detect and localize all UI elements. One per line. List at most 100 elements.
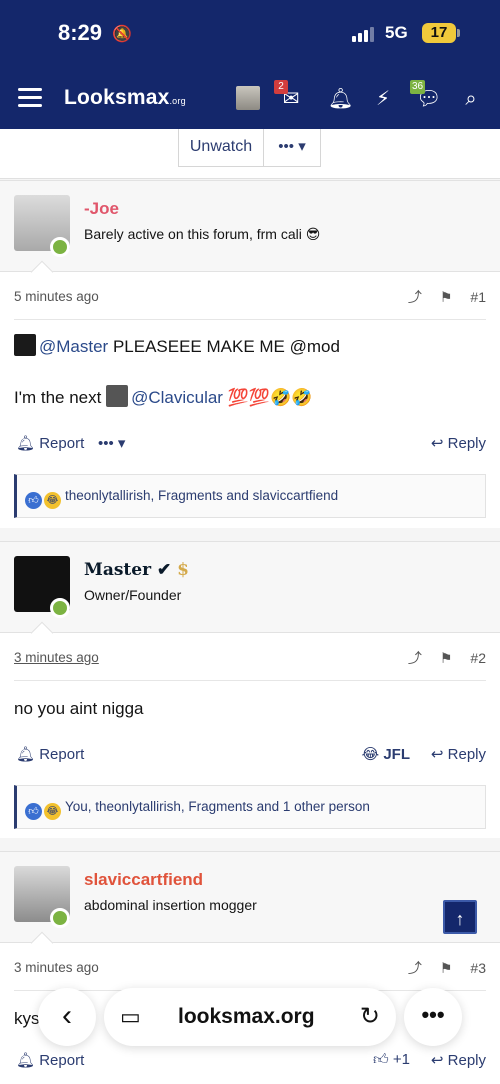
- reaction-users: theonlytallirish, Fragments and slavicca…: [65, 488, 339, 503]
- post-number[interactable]: #1: [470, 289, 486, 305]
- dollar-badge: $: [177, 560, 189, 580]
- post-actions: 🔔︎ Report 😂︎ JFL ↩ Reply: [14, 735, 486, 775]
- author-bar: -Joe Barely active on this forum, frm ca…: [0, 180, 500, 284]
- status-time: 8:29: [58, 20, 103, 45]
- report-label: Report: [39, 1052, 85, 1069]
- post: slaviccartfiend abdominal insertion mogg…: [0, 851, 500, 1084]
- reactions-bar[interactable]: 👍︎ 😂︎ You, theonlytallirish, Fragments and…: [14, 785, 486, 829]
- author-name[interactable]: slaviccartfiend: [84, 870, 203, 890]
- verified-icon: ✔: [156, 560, 172, 580]
- share-icon[interactable]: ⤴: [408, 650, 422, 666]
- thread-controls: Unwatch ••• ▾: [0, 129, 500, 179]
- like-count: +1: [392, 1051, 410, 1068]
- url-text: looksmax.org: [178, 1005, 315, 1028]
- search-icon[interactable]: ⌕: [460, 88, 482, 110]
- reactions-bar[interactable]: 👍︎ 😂︎ theonlytallirish, Fragments and slav…: [14, 474, 486, 518]
- share-icon[interactable]: ⤴: [408, 960, 422, 976]
- address-bar[interactable]: ▭ looksmax.org ↻: [104, 988, 396, 1046]
- emoji-text: 💯💯🤣🤣: [222, 388, 313, 407]
- post-meta: 3 minutes ago ⤴ ⚑ #3: [14, 943, 486, 991]
- post-time[interactable]: 3 minutes ago: [14, 960, 99, 975]
- post-number[interactable]: #2: [470, 650, 486, 666]
- post-time[interactable]: 5 minutes ago: [14, 289, 99, 304]
- bookmark-icon[interactable]: ⚑: [440, 650, 453, 666]
- bookmark-icon[interactable]: ⚑: [440, 289, 453, 305]
- like-reaction-icon: 👍︎: [25, 492, 42, 509]
- user-avatar[interactable]: [236, 86, 260, 110]
- post: -Joe Barely active on this forum, frm ca…: [0, 180, 500, 528]
- unwatch-button[interactable]: Unwatch: [178, 129, 264, 167]
- post-meta: 3 minutes ago ⤴ ⚑ #2: [14, 633, 486, 681]
- post-text: I'm the next: [14, 388, 107, 407]
- network-label: 5G: [385, 23, 408, 42]
- site-logo[interactable]: Looksmax.org: [64, 86, 186, 110]
- author-name[interactable]: -Joe: [84, 199, 119, 219]
- jfl-reaction-button[interactable]: 😂︎ JFL: [362, 745, 410, 763]
- author-name-text: Master: [84, 560, 152, 580]
- laugh-reaction-icon: 😂︎: [44, 492, 61, 509]
- author-title: Owner/Founder: [84, 587, 182, 603]
- author-bar: Master ✔ $ Owner/Founder: [0, 541, 500, 645]
- status-bar: 8:29 🔕 5G 17: [0, 0, 500, 66]
- post-number[interactable]: #3: [470, 960, 486, 976]
- logo-suffix: .org: [169, 96, 186, 106]
- report-button[interactable]: 🔔︎ Report: [16, 434, 84, 452]
- lightning-icon[interactable]: ⚡︎: [372, 88, 394, 110]
- back-button[interactable]: ‹: [38, 988, 96, 1046]
- post-more-button[interactable]: ••• ▾: [98, 434, 125, 452]
- mention-link[interactable]: @Clavicular: [131, 388, 223, 407]
- report-label: Report: [39, 435, 85, 452]
- inbox-icon[interactable]: ✉ 2: [274, 80, 302, 110]
- inbox-badge: 2: [274, 80, 288, 94]
- silent-bell-icon: 🔕: [112, 26, 132, 43]
- browser-toolbar: ‹ ▭ looksmax.org ↻ •••: [0, 986, 500, 1048]
- jfl-label: JFL: [383, 746, 410, 763]
- more-menu-button[interactable]: •••: [404, 988, 462, 1046]
- alerts-badge: 36: [410, 80, 426, 94]
- signal-icon: [352, 26, 378, 42]
- reply-button[interactable]: ↩ Reply: [431, 745, 486, 763]
- reload-icon[interactable]: ↻: [360, 1002, 380, 1031]
- post-meta: 5 minutes ago ⤴ ⚑ #1: [14, 272, 486, 320]
- mention-avatar: [14, 334, 36, 356]
- post-body: @Master PLEASEEE MAKE ME @mod I'm the ne…: [0, 320, 500, 410]
- mention-avatar: [106, 385, 129, 407]
- site-navbar: Looksmax.org ✉ 2 🔔︎ ⚡︎ 💬︎ 36 ⌕: [0, 66, 500, 129]
- reply-button[interactable]: ↩ Reply: [431, 434, 486, 452]
- scroll-to-top-button[interactable]: ↑: [443, 900, 477, 934]
- post-body: no you aint nigga: [0, 681, 500, 721]
- author-title: Barely active on this forum, frm cali 😎: [84, 226, 321, 242]
- report-button[interactable]: 🔔︎ Report: [16, 745, 84, 763]
- report-button[interactable]: 🔔︎ Report: [16, 1051, 84, 1069]
- online-indicator: [50, 598, 70, 618]
- online-indicator: [50, 908, 70, 928]
- post-text: no you aint nigga: [14, 699, 144, 718]
- author-title: abdominal insertion mogger: [84, 897, 257, 913]
- author-bar: slaviccartfiend abdominal insertion mogg…: [0, 851, 500, 955]
- like-reaction-icon: 👍︎: [25, 803, 42, 820]
- menu-icon[interactable]: [18, 88, 42, 108]
- logo-text: Looksmax: [64, 86, 170, 109]
- share-icon[interactable]: ⤴: [408, 289, 422, 305]
- reaction-users: You, theonlytallirish, Fragments and 1 o…: [65, 799, 370, 814]
- reply-button[interactable]: ↩ Reply: [431, 1051, 486, 1069]
- tabs-icon[interactable]: ▭: [120, 1004, 141, 1030]
- like-button[interactable]: 👍︎ +1: [373, 1051, 410, 1069]
- post: Master ✔ $ Owner/Founder 3 minutes ago ⤴…: [0, 541, 500, 838]
- post-text: PLEASEEE MAKE ME @mod: [108, 337, 340, 356]
- post-actions: 🔔︎ Report ••• ▾ ↩ Reply: [14, 424, 486, 464]
- reply-label: Reply: [447, 1052, 486, 1069]
- report-label: Report: [39, 746, 85, 763]
- battery-icon: 17: [422, 23, 460, 43]
- author-name[interactable]: Master ✔ $: [84, 560, 189, 580]
- thread-more-button[interactable]: ••• ▾: [263, 129, 321, 167]
- mention-link[interactable]: @Master: [39, 337, 108, 356]
- bell-icon[interactable]: 🔔︎: [328, 88, 353, 110]
- laugh-reaction-icon: 😂︎: [44, 803, 61, 820]
- online-indicator: [50, 237, 70, 257]
- bookmark-icon[interactable]: ⚑: [440, 960, 453, 976]
- reply-label: Reply: [447, 746, 486, 763]
- reply-label: Reply: [447, 435, 486, 452]
- chat-icon[interactable]: 💬︎ 36: [410, 80, 441, 110]
- post-time[interactable]: 3 minutes ago: [14, 650, 99, 665]
